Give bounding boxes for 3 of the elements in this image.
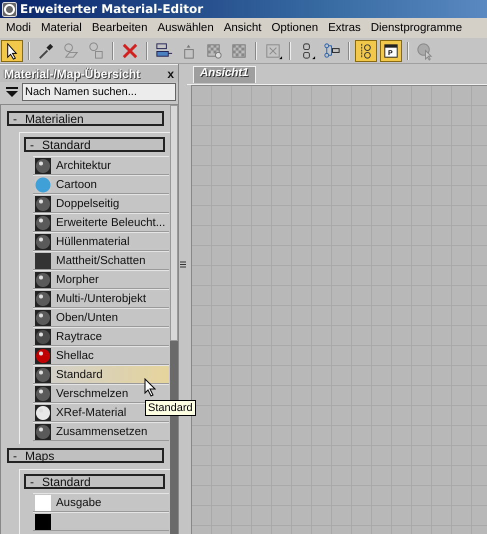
- panel-title: Material-/Map-Übersicht: [4, 66, 140, 81]
- window-title: Erweiterter Material-Editor: [20, 2, 204, 16]
- tooltip: Standard: [145, 400, 196, 416]
